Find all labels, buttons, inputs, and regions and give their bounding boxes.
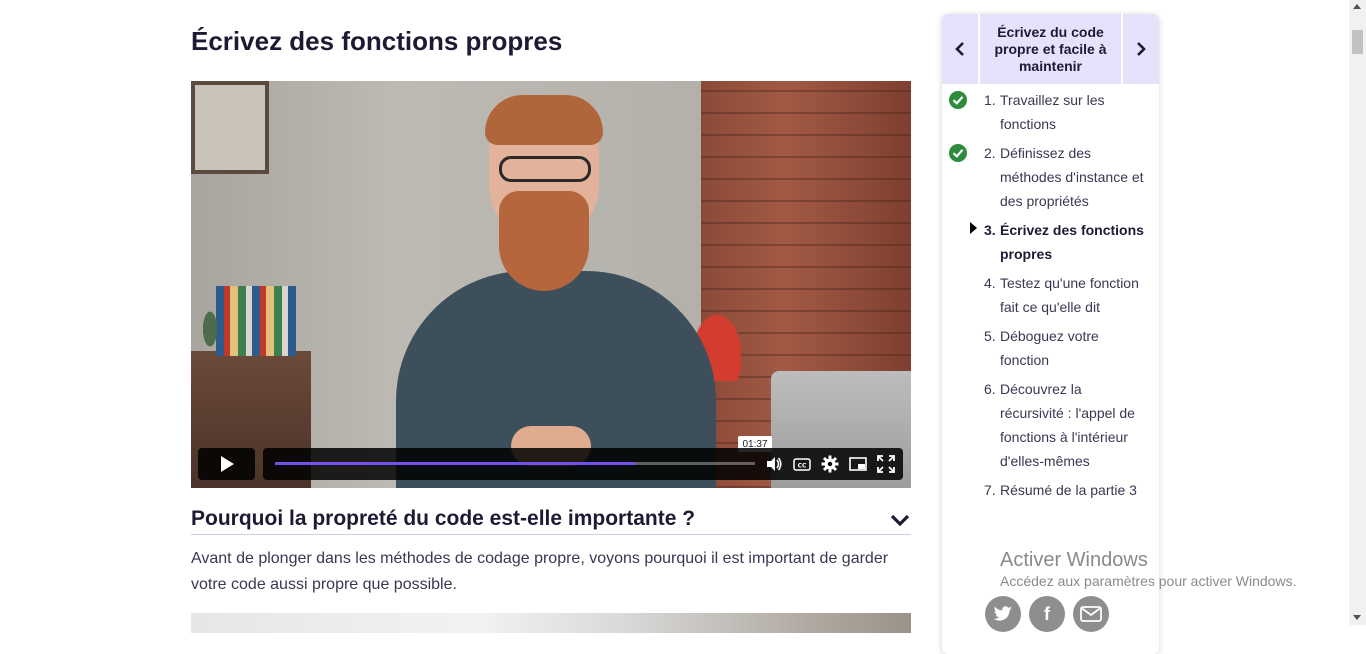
facebook-icon: f [1044,603,1050,624]
scroll-down-arrow-icon[interactable] [1353,615,1361,620]
share-buttons: f [985,596,1109,632]
chapter-number: 5. [984,328,996,344]
video-books [216,286,296,356]
video-presenter-glasses [499,156,591,182]
captions-icon[interactable]: CC [793,455,811,473]
settings-icon[interactable] [821,455,839,473]
chapter-number: 7. [984,482,996,498]
video-presenter-beard [499,191,589,291]
check-circle-icon [949,144,967,162]
volume-icon[interactable] [765,455,783,473]
video-controls: CC [263,448,903,480]
chapter-label: Découvrez la récursivité : l'appel de fo… [1000,381,1135,469]
check-circle-icon [949,91,967,109]
section-paragraph: Avant de plonger dans les méthodes de co… [191,550,889,593]
fullscreen-icon[interactable] [877,455,895,473]
chapter-list: 1. Travaillez sur les fonctions 2. Définiss… [942,84,1159,507]
twitter-share-button[interactable] [985,596,1021,632]
chapter-number: 1. [984,92,996,108]
facebook-share-button[interactable]: f [1029,596,1065,632]
video-picture-frame [191,81,269,174]
course-sidebar: Écrivez du code propre et facile à maint… [942,14,1159,654]
chapter-label: Écrivez des fonctions propres [1000,222,1144,262]
scroll-up-arrow-icon[interactable] [1353,4,1361,9]
previous-part-button[interactable] [942,14,980,84]
chapter-number: 4. [984,275,996,291]
sidebar-part-title: Écrivez du code propre et facile à maint… [994,23,1107,74]
picture-in-picture-icon[interactable] [849,455,867,473]
play-button[interactable] [198,448,255,480]
section-heading: Pourquoi la propreté du code est-elle im… [191,507,696,530]
next-part-button[interactable] [1121,14,1159,84]
chapter-item[interactable]: 4. Testez qu'une fonction fait ce qu'elle… [942,271,1159,324]
chapter-number: 6. [984,381,996,397]
email-icon [1080,606,1102,622]
page-scrollbar[interactable] [1349,0,1366,625]
video-presenter-hair [485,95,603,145]
chevron-left-icon [955,42,964,56]
play-icon [220,456,234,472]
chapter-number: 3. [984,222,996,238]
chapter-label: Définissez des méthodes d'instance et de… [1000,145,1144,209]
svg-text:CC: CC [798,463,807,470]
chapter-label: Résumé de la partie 3 [1000,482,1137,498]
sidebar-header: Écrivez du code propre et facile à maint… [942,14,1159,84]
page-title: Écrivez des fonctions propres [191,26,563,56]
current-chapter-arrow-icon [970,222,977,234]
chapter-item[interactable]: 5. Déboguez votre fonction [942,324,1159,377]
video-progress-bar[interactable] [275,462,755,465]
section-accordion-header[interactable]: Pourquoi la propreté du code est-elle im… [191,505,911,535]
chapter-label: Testez qu'une fonction fait ce qu'elle d… [1000,275,1139,315]
chapter-item[interactable]: 7. Résumé de la partie 3 [942,478,1159,507]
chapter-number: 2. [984,145,996,161]
chapter-label: Déboguez votre fonction [1000,328,1099,368]
chevron-right-icon [1137,42,1146,56]
video-progress-fill [275,462,635,465]
scrollbar-thumb[interactable] [1352,30,1363,54]
chapter-item[interactable]: 2. Définissez des méthodes d'instance et … [942,141,1159,218]
twitter-icon [993,606,1012,621]
video-plant [199,311,221,356]
video-player[interactable] [191,81,911,488]
chapter-item[interactable]: 6. Découvrez la récursivité : l'appel de … [942,377,1159,478]
chapter-item[interactable]: 1. Travaillez sur les fonctions [942,88,1159,141]
chapter-label: Travaillez sur les fonctions [1000,92,1105,132]
second-video-thumbnail[interactable] [191,613,911,633]
chevron-down-icon[interactable] [889,511,911,529]
chapter-item[interactable]: 3. Écrivez des fonctions propres [942,218,1159,271]
email-share-button[interactable] [1073,596,1109,632]
